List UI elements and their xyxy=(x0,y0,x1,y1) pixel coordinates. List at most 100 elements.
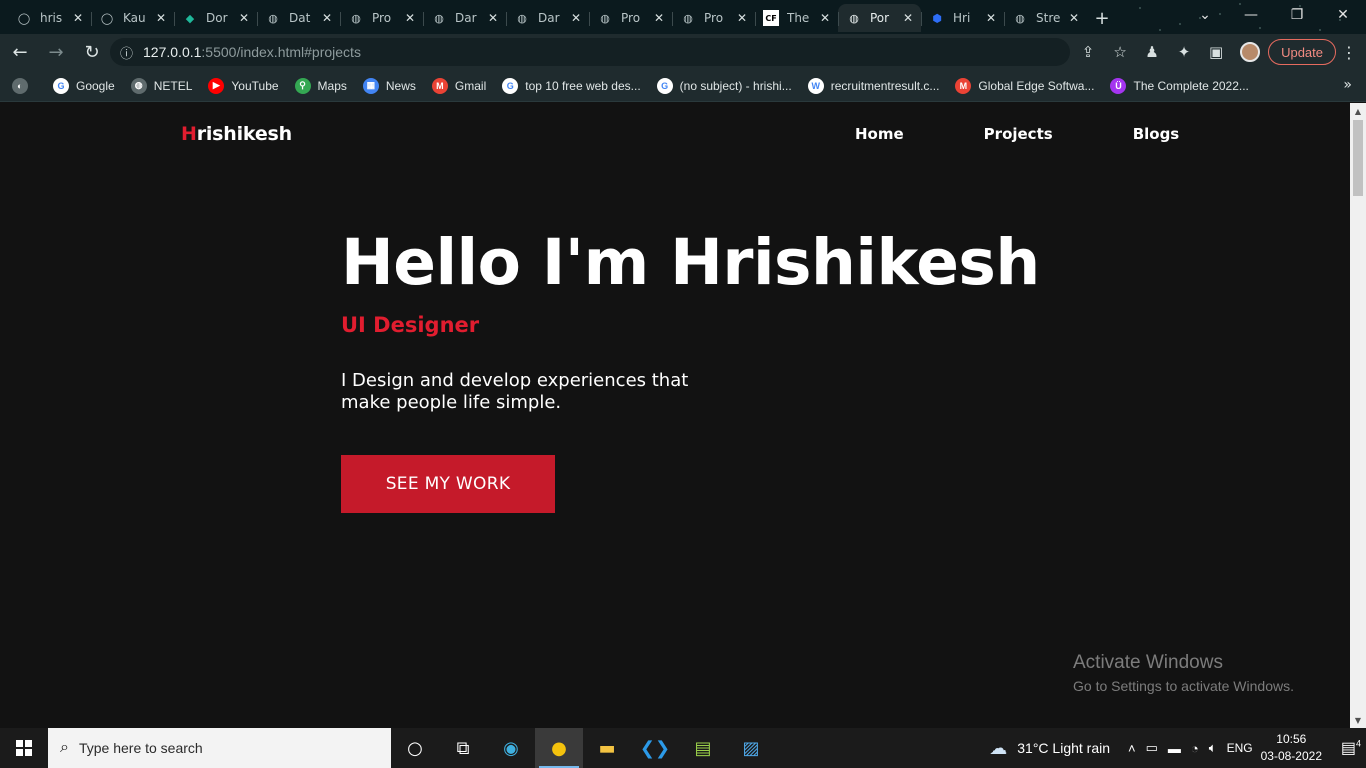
blue-hex-icon: ⬢ xyxy=(932,11,942,25)
close-tab-icon[interactable]: ✕ xyxy=(239,11,249,25)
share-icon[interactable]: ⇪ xyxy=(1072,38,1104,66)
taskbar-search[interactable]: ⌕ Type here to search xyxy=(48,728,391,768)
meet-now-icon[interactable]: ▭ xyxy=(1146,740,1158,756)
battery-icon[interactable]: ▬ xyxy=(1168,741,1181,756)
close-tab-icon[interactable]: ✕ xyxy=(654,11,664,25)
bookmark-item[interactable]: G (no subject) - hrishi... xyxy=(656,77,792,94)
task-view-icon[interactable]: ⧉ xyxy=(439,728,487,768)
close-tab-icon[interactable]: ✕ xyxy=(903,11,913,25)
scroll-down-icon[interactable]: ▼ xyxy=(1350,712,1366,728)
bookmark-item[interactable]: ⚲ Maps xyxy=(294,77,347,94)
chevron-up-icon[interactable]: ˄ xyxy=(1128,741,1136,756)
close-tab-icon[interactable]: ✕ xyxy=(820,11,830,25)
bookmark-item[interactable]: M Global Edge Softwa... xyxy=(955,77,1094,94)
close-tab-icon[interactable]: ✕ xyxy=(986,11,996,25)
bookmark-item[interactable]: ▶ YouTube xyxy=(208,77,279,94)
close-tab-icon[interactable]: ✕ xyxy=(322,11,332,25)
volume-icon[interactable]: 🔈︎ xyxy=(1209,740,1217,756)
vscode-icon[interactable]: ❮❯ xyxy=(631,728,679,768)
scroll-thumb[interactable] xyxy=(1353,120,1363,196)
close-tab-icon[interactable]: ✕ xyxy=(737,11,747,25)
close-tab-icon[interactable]: ✕ xyxy=(488,11,498,25)
close-tab-icon[interactable]: ✕ xyxy=(156,11,166,25)
reload-button[interactable]: ↻ xyxy=(76,36,108,68)
cortana-icon[interactable]: ○ xyxy=(391,728,439,768)
browser-tab[interactable]: ◍ Pro ✕ xyxy=(589,4,672,32)
browser-tab[interactable]: CF The ✕ xyxy=(755,4,838,32)
language-indicator[interactable]: ENG xyxy=(1227,741,1253,755)
notification-icon[interactable]: ▤4 xyxy=(1336,738,1366,758)
diamond-icon: ◆ xyxy=(185,11,195,25)
browser-tab[interactable]: ◯ hris ✕ xyxy=(8,4,91,32)
clock-time: 10:56 xyxy=(1276,732,1307,746)
bookmark-item[interactable]: Ü The Complete 2022... xyxy=(1110,77,1249,94)
browser-tab[interactable]: ◯ Kau ✕ xyxy=(91,4,174,32)
bookmark-label: News xyxy=(385,78,416,93)
apps-icon[interactable]: ◐ xyxy=(12,77,35,94)
browser-tab[interactable]: ◆ Dor ✕ xyxy=(174,4,257,32)
browser-tab[interactable]: ◍ Dat ✕ xyxy=(257,4,340,32)
chevron-down-icon[interactable]: ⌄ xyxy=(1182,0,1228,30)
bookmark-star-icon[interactable]: ☆ xyxy=(1104,38,1136,66)
browser-tab[interactable]: ⬢ Hri ✕ xyxy=(921,4,1004,32)
tab-title: Kau xyxy=(123,11,146,25)
globe-icon: ◍ xyxy=(1015,11,1025,25)
bookmark-item[interactable]: ◍ NETEL xyxy=(130,77,192,94)
bookmark-item[interactable]: ▦ News xyxy=(362,77,416,94)
profile-avatar[interactable] xyxy=(1240,42,1261,62)
scroll-up-icon[interactable]: ▲ xyxy=(1350,103,1366,119)
site-header: Hrishikesh Home Projects Blogs xyxy=(0,103,1350,167)
restore-button[interactable]: ❐ xyxy=(1274,0,1320,30)
nav-projects[interactable]: Projects xyxy=(984,125,1053,143)
bookmark-item[interactable]: M Gmail xyxy=(431,77,486,94)
notification-count: 4 xyxy=(1356,738,1362,749)
google-icon: G xyxy=(502,77,519,94)
gmail-icon: M xyxy=(431,77,448,94)
bookmarks-overflow-icon[interactable]: » xyxy=(1343,77,1352,93)
bookmark-item[interactable]: G Google xyxy=(53,77,115,94)
weather-text: 31°C Light rain xyxy=(1017,740,1111,756)
system-tray: ☁ 31°C Light rain ˄ ▭ ▬ ◔ 🔈︎ ENG 10:56 0… xyxy=(989,728,1366,768)
weather-widget[interactable]: ☁ 31°C Light rain xyxy=(989,738,1110,759)
close-window-button[interactable]: ✕ xyxy=(1320,0,1366,30)
clock[interactable]: 10:56 03-08-2022 xyxy=(1261,731,1322,765)
extension-icon[interactable]: ♟ xyxy=(1136,38,1168,66)
start-button[interactable] xyxy=(0,728,48,768)
browser-tab[interactable]: ◍ Pro ✕ xyxy=(672,4,755,32)
close-tab-icon[interactable]: ✕ xyxy=(405,11,415,25)
bookmark-item[interactable]: Wrecruitmentresult.c... xyxy=(807,77,939,94)
site-info-icon[interactable]: ⓘ xyxy=(120,43,133,62)
menu-kebab-icon[interactable]: ⋮ xyxy=(1340,43,1358,62)
browser-tab[interactable]: ◍ Pro ✕ xyxy=(340,4,423,32)
forward-button[interactable]: → xyxy=(40,36,72,68)
edge-icon[interactable]: ◉ xyxy=(487,728,535,768)
wifi-icon[interactable]: ◔ xyxy=(1191,741,1199,756)
browser-tab[interactable]: ◍ Dar ✕ xyxy=(423,4,506,32)
close-tab-icon[interactable]: ✕ xyxy=(1069,11,1079,25)
file-explorer-icon[interactable]: ▬ xyxy=(583,728,631,768)
browser-tab[interactable]: ◍ Dar ✕ xyxy=(506,4,589,32)
close-tab-icon[interactable]: ✕ xyxy=(571,11,581,25)
chrome-icon[interactable]: ● xyxy=(535,728,583,768)
side-panel-icon[interactable]: ▣ xyxy=(1200,38,1232,66)
minimize-button[interactable]: — xyxy=(1228,0,1274,30)
address-bar[interactable]: ⓘ 127.0.0.1:5500/index.html#projects xyxy=(110,38,1070,66)
page-scrollbar[interactable]: ▲ ▼ xyxy=(1350,103,1366,728)
url-text[interactable]: 127.0.0.1:5500/index.html#projects xyxy=(143,44,361,60)
browser-tab[interactable]: ◍ Por ✕ xyxy=(838,4,921,32)
close-tab-icon[interactable]: ✕ xyxy=(73,11,83,25)
nav-home[interactable]: Home xyxy=(855,125,904,143)
bookmark-item[interactable]: Gtop 10 free web des... xyxy=(502,77,641,94)
extensions-puzzle-icon[interactable]: ✦ xyxy=(1168,38,1200,66)
update-button[interactable]: Update xyxy=(1268,39,1336,65)
back-button[interactable]: ← xyxy=(4,36,36,68)
tab-title: Por xyxy=(870,11,890,25)
photos-icon[interactable]: ▨ xyxy=(727,728,775,768)
new-tab-button[interactable]: + xyxy=(1087,4,1117,32)
browser-tab[interactable]: ◍ Stre ✕ xyxy=(1004,4,1087,32)
see-my-work-button[interactable]: SEE MY WORK xyxy=(341,455,555,513)
bookmarks-list: G Google ◍ NETEL ▶ YouTube ⚲ Maps ▦ News M Gmail Gto… xyxy=(53,77,1265,94)
notepad-app-icon[interactable]: ▤ xyxy=(679,728,727,768)
nav-blogs[interactable]: Blogs xyxy=(1133,125,1180,143)
site-logo[interactable]: Hrishikesh xyxy=(181,123,292,145)
